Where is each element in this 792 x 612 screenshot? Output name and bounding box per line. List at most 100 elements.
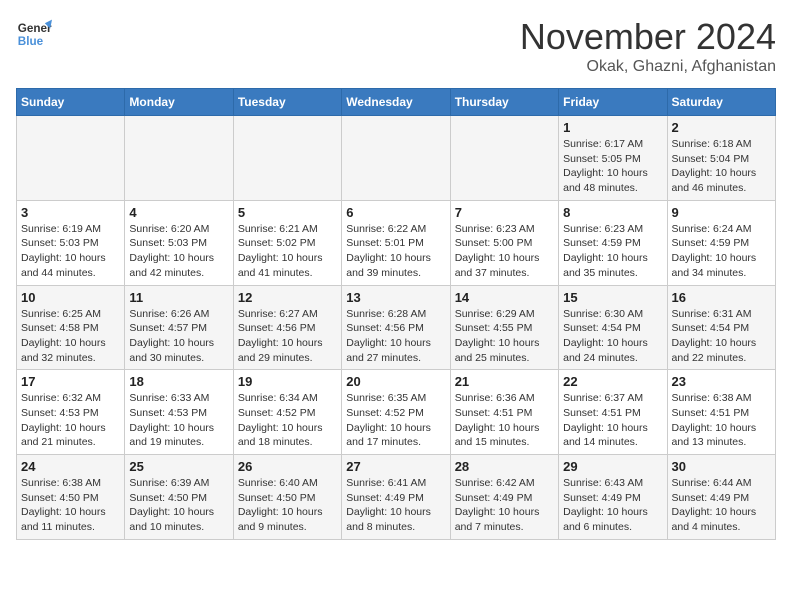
day-number: 7 [455, 205, 554, 220]
day-info: Sunrise: 6:23 AM Sunset: 5:00 PM Dayligh… [455, 222, 554, 281]
calendar-cell [342, 116, 450, 201]
weekday-header-saturday: Saturday [667, 89, 775, 116]
calendar-cell: 14 Sunrise: 6:29 AM Sunset: 4:55 PM Dayli… [450, 285, 558, 370]
location-title: Okak, Ghazni, Afghanistan [520, 58, 776, 76]
day-number: 1 [563, 120, 662, 135]
day-number: 13 [346, 290, 445, 305]
day-info: Sunrise: 6:32 AM Sunset: 4:53 PM Dayligh… [21, 391, 120, 450]
day-info: Sunrise: 6:35 AM Sunset: 4:52 PM Dayligh… [346, 391, 445, 450]
calendar-cell: 18Sunrise: 6:33 AM Sunset: 4:53 PM Dayli… [125, 370, 233, 455]
day-number: 18 [129, 374, 228, 389]
calendar-cell: 16 Sunrise: 6:31 AM Sunset: 4:54 PM Dayli… [667, 285, 775, 370]
day-info: Sunrise: 6:26 AM Sunset: 4:57 PM Dayligh… [129, 307, 228, 366]
calendar-week-1: 1 Sunrise: 6:17 AM Sunset: 5:05 PM Daylig… [17, 116, 776, 201]
title-block: November 2024 Okak, Ghazni, Afghanistan [520, 16, 776, 76]
calendar-cell: 17Sunrise: 6:32 AM Sunset: 4:53 PM Dayli… [17, 370, 125, 455]
weekday-header-thursday: Thursday [450, 89, 558, 116]
calendar-week-2: 3 Sunrise: 6:19 AM Sunset: 5:03 PM Daylig… [17, 200, 776, 285]
day-number: 14 [455, 290, 554, 305]
calendar-cell [233, 116, 341, 201]
calendar-cell: 10 Sunrise: 6:25 AM Sunset: 4:58 PM Dayli… [17, 285, 125, 370]
calendar-cell: 24 Sunrise: 6:38 AM Sunset: 4:50 PM Dayli… [17, 455, 125, 540]
day-info: Sunrise: 6:17 AM Sunset: 5:05 PM Dayligh… [563, 137, 662, 196]
calendar-cell: 6 Sunrise: 6:22 AM Sunset: 5:01 PM Daylig… [342, 200, 450, 285]
calendar-cell: 5Sunrise: 6:21 AM Sunset: 5:02 PM Daylig… [233, 200, 341, 285]
calendar-table: SundayMondayTuesdayWednesdayThursdayFrid… [16, 88, 776, 540]
day-number: 6 [346, 205, 445, 220]
calendar-cell: 2 Sunrise: 6:18 AM Sunset: 5:04 PM Daylig… [667, 116, 775, 201]
day-info: Sunrise: 6:31 AM Sunset: 4:54 PM Dayligh… [672, 307, 771, 366]
day-info: Sunrise: 6:22 AM Sunset: 5:01 PM Dayligh… [346, 222, 445, 281]
day-info: Sunrise: 6:42 AM Sunset: 4:49 PM Dayligh… [455, 476, 554, 535]
day-number: 27 [346, 459, 445, 474]
day-info: Sunrise: 6:37 AM Sunset: 4:51 PM Dayligh… [563, 391, 662, 450]
day-number: 28 [455, 459, 554, 474]
day-number: 20 [346, 374, 445, 389]
weekday-header-wednesday: Wednesday [342, 89, 450, 116]
calendar-header-row: SundayMondayTuesdayWednesdayThursdayFrid… [17, 89, 776, 116]
logo-icon: General Blue [16, 16, 52, 52]
calendar-cell: 9 Sunrise: 6:24 AM Sunset: 4:59 PM Daylig… [667, 200, 775, 285]
day-number: 10 [21, 290, 120, 305]
day-info: Sunrise: 6:18 AM Sunset: 5:04 PM Dayligh… [672, 137, 771, 196]
day-number: 19 [238, 374, 337, 389]
day-number: 11 [129, 290, 228, 305]
weekday-header-sunday: Sunday [17, 89, 125, 116]
calendar-cell: 15 Sunrise: 6:30 AM Sunset: 4:54 PM Dayli… [559, 285, 667, 370]
calendar-cell: 28 Sunrise: 6:42 AM Sunset: 4:49 PM Dayli… [450, 455, 558, 540]
day-number: 22 [563, 374, 662, 389]
day-number: 30 [672, 459, 771, 474]
day-number: 24 [21, 459, 120, 474]
calendar-cell: 23 Sunrise: 6:38 AM Sunset: 4:51 PM Dayli… [667, 370, 775, 455]
day-info: Sunrise: 6:30 AM Sunset: 4:54 PM Dayligh… [563, 307, 662, 366]
day-info: Sunrise: 6:29 AM Sunset: 4:55 PM Dayligh… [455, 307, 554, 366]
day-number: 21 [455, 374, 554, 389]
day-number: 26 [238, 459, 337, 474]
day-number: 12 [238, 290, 337, 305]
day-info: Sunrise: 6:25 AM Sunset: 4:58 PM Dayligh… [21, 307, 120, 366]
day-number: 29 [563, 459, 662, 474]
day-info: Sunrise: 6:39 AM Sunset: 4:50 PM Dayligh… [129, 476, 228, 535]
day-info: Sunrise: 6:43 AM Sunset: 4:49 PM Dayligh… [563, 476, 662, 535]
day-info: Sunrise: 6:23 AM Sunset: 4:59 PM Dayligh… [563, 222, 662, 281]
svg-text:Blue: Blue [18, 35, 44, 48]
calendar-cell: 8Sunrise: 6:23 AM Sunset: 4:59 PM Daylig… [559, 200, 667, 285]
calendar-cell: 22 Sunrise: 6:37 AM Sunset: 4:51 PM Dayli… [559, 370, 667, 455]
day-info: Sunrise: 6:40 AM Sunset: 4:50 PM Dayligh… [238, 476, 337, 535]
calendar-cell: 30 Sunrise: 6:44 AM Sunset: 4:49 PM Dayli… [667, 455, 775, 540]
day-info: Sunrise: 6:36 AM Sunset: 4:51 PM Dayligh… [455, 391, 554, 450]
calendar-cell: 12 Sunrise: 6:27 AM Sunset: 4:56 PM Dayli… [233, 285, 341, 370]
day-info: Sunrise: 6:19 AM Sunset: 5:03 PM Dayligh… [21, 222, 120, 281]
day-number: 9 [672, 205, 771, 220]
calendar-cell [17, 116, 125, 201]
day-info: Sunrise: 6:24 AM Sunset: 4:59 PM Dayligh… [672, 222, 771, 281]
calendar-cell: 21 Sunrise: 6:36 AM Sunset: 4:51 PM Dayli… [450, 370, 558, 455]
calendar-cell: 25Sunrise: 6:39 AM Sunset: 4:50 PM Dayli… [125, 455, 233, 540]
month-title: November 2024 [520, 16, 776, 58]
day-info: Sunrise: 6:44 AM Sunset: 4:49 PM Dayligh… [672, 476, 771, 535]
day-info: Sunrise: 6:21 AM Sunset: 5:02 PM Dayligh… [238, 222, 337, 281]
day-info: Sunrise: 6:20 AM Sunset: 5:03 PM Dayligh… [129, 222, 228, 281]
weekday-header-friday: Friday [559, 89, 667, 116]
day-number: 16 [672, 290, 771, 305]
calendar-cell: 4 Sunrise: 6:20 AM Sunset: 5:03 PM Daylig… [125, 200, 233, 285]
day-info: Sunrise: 6:28 AM Sunset: 4:56 PM Dayligh… [346, 307, 445, 366]
day-number: 2 [672, 120, 771, 135]
calendar-cell: 20 Sunrise: 6:35 AM Sunset: 4:52 PM Dayli… [342, 370, 450, 455]
calendar-cell: 13 Sunrise: 6:28 AM Sunset: 4:56 PM Dayli… [342, 285, 450, 370]
day-info: Sunrise: 6:27 AM Sunset: 4:56 PM Dayligh… [238, 307, 337, 366]
day-number: 3 [21, 205, 120, 220]
day-info: Sunrise: 6:38 AM Sunset: 4:50 PM Dayligh… [21, 476, 120, 535]
calendar-cell: 29 Sunrise: 6:43 AM Sunset: 4:49 PM Dayli… [559, 455, 667, 540]
day-number: 4 [129, 205, 228, 220]
day-number: 15 [563, 290, 662, 305]
calendar-cell [125, 116, 233, 201]
day-info: Sunrise: 6:38 AM Sunset: 4:51 PM Dayligh… [672, 391, 771, 450]
calendar-week-4: 17Sunrise: 6:32 AM Sunset: 4:53 PM Dayli… [17, 370, 776, 455]
calendar-cell: 7 Sunrise: 6:23 AM Sunset: 5:00 PM Daylig… [450, 200, 558, 285]
calendar-cell: 19Sunrise: 6:34 AM Sunset: 4:52 PM Dayli… [233, 370, 341, 455]
day-number: 23 [672, 374, 771, 389]
calendar-cell: 27Sunrise: 6:41 AM Sunset: 4:49 PM Dayli… [342, 455, 450, 540]
calendar-week-5: 24 Sunrise: 6:38 AM Sunset: 4:50 PM Dayli… [17, 455, 776, 540]
page-header: General Blue November 2024 Okak, Ghazni,… [16, 16, 776, 76]
